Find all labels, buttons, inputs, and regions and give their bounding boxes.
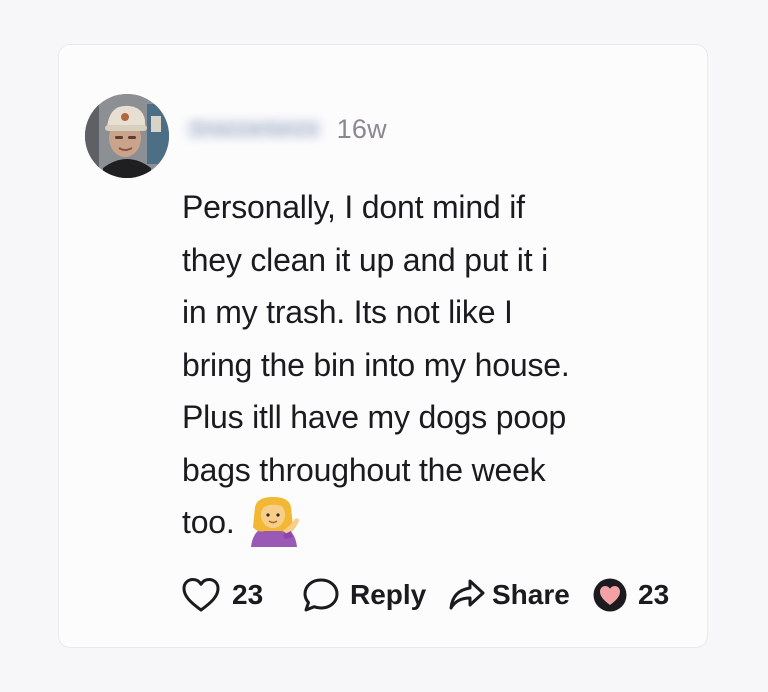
comment-card: Snazzantanzs 16w Personally, I dont mind…	[58, 44, 708, 648]
comment-text: Personally, I dont mind if they clean it…	[182, 181, 672, 563]
avatar[interactable]	[85, 94, 169, 178]
timestamp: 16w	[336, 113, 387, 144]
username[interactable]: Snazzantanzs	[185, 118, 323, 140]
comment-line: bags throughout the week	[182, 451, 546, 488]
heart-filled-icon	[593, 578, 627, 612]
avatar-photo	[85, 94, 169, 178]
comment-line: in my trash. Its not like I	[182, 294, 513, 330]
reaction-button[interactable]: 23	[592, 573, 669, 617]
comment-line: too.	[182, 504, 235, 540]
like-count: 23	[232, 579, 264, 610]
like-button[interactable]: 23	[182, 573, 263, 617]
reply-label: Reply	[350, 579, 427, 610]
share-button[interactable]: Share	[448, 573, 570, 617]
share-arrow-icon	[449, 579, 485, 610]
comment-line: bring the bin into my house.	[182, 346, 570, 383]
comment-header: Snazzantanzs 16w	[185, 113, 387, 145]
comment-line: Personally, I dont mind if	[182, 189, 525, 225]
reaction-count: 23	[638, 579, 670, 610]
comment-last-line: too.	[182, 496, 672, 563]
reply-button[interactable]: Reply	[302, 573, 426, 617]
person-tipping-hand-emoji	[247, 497, 301, 563]
share-label: Share	[492, 579, 570, 610]
comment-line: they clean it up and put it i	[182, 241, 548, 278]
speech-bubble-icon	[303, 578, 339, 612]
comment-line: Plus itll have my dogs poop	[182, 399, 567, 435]
heart-outline-icon	[182, 578, 220, 612]
comment-actions: 23 Reply Share 23	[182, 573, 682, 617]
